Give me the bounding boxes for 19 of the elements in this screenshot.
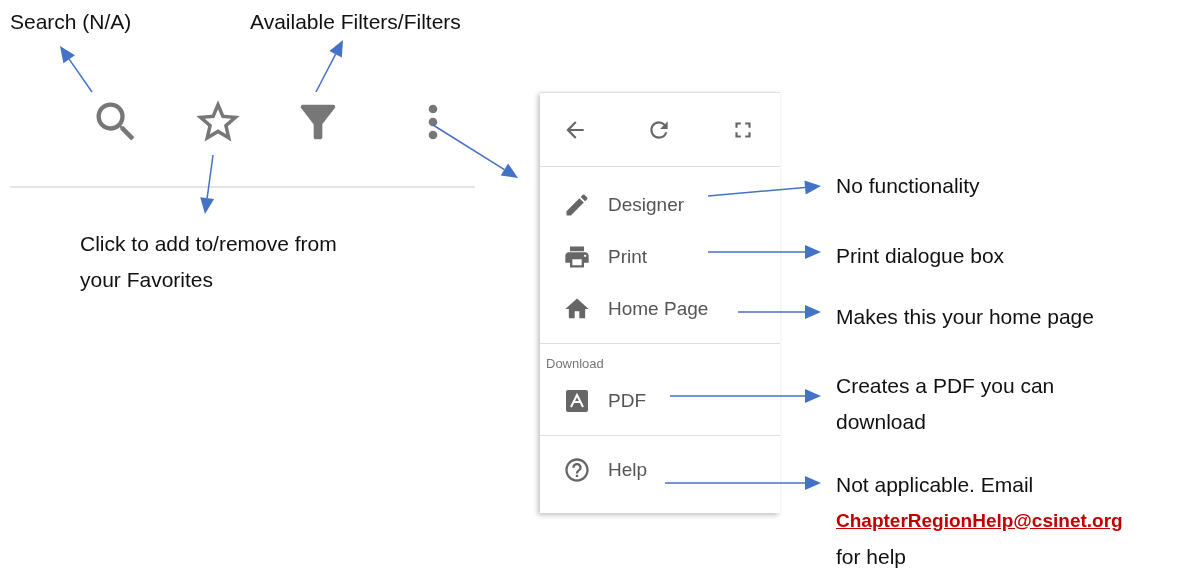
note-text: No functionality [836, 173, 981, 199]
menu-item[interactable]: Help [540, 444, 780, 496]
menu-item[interactable]: Home Page [540, 283, 780, 335]
arrow [60, 46, 93, 93]
section-heading: Download [545, 356, 605, 371]
callout-text: Available Filters/Filters [250, 9, 461, 35]
note-text: Print dialogue box [836, 243, 1006, 269]
note-text: Not applicable. Email ChapterRegionHelp@csinet.org for help [836, 467, 1186, 574]
callout-text: Click to add to/remove from your Favorites [80, 231, 338, 293]
arrow [315, 40, 343, 93]
arrow [200, 154, 215, 214]
note-text: Makes this your home page [836, 304, 1095, 330]
note-text: Creates a PDF you can download [836, 373, 1056, 435]
menu-item[interactable]: PDF [540, 375, 780, 427]
email-link[interactable]: ChapterRegionHelp@csinet.org [836, 503, 1186, 539]
callout-text: Search (N/A) [10, 9, 132, 35]
menu-item[interactable]: Designer [540, 179, 780, 231]
menu-item[interactable]: Print [540, 231, 780, 283]
help-icon [562, 456, 592, 484]
